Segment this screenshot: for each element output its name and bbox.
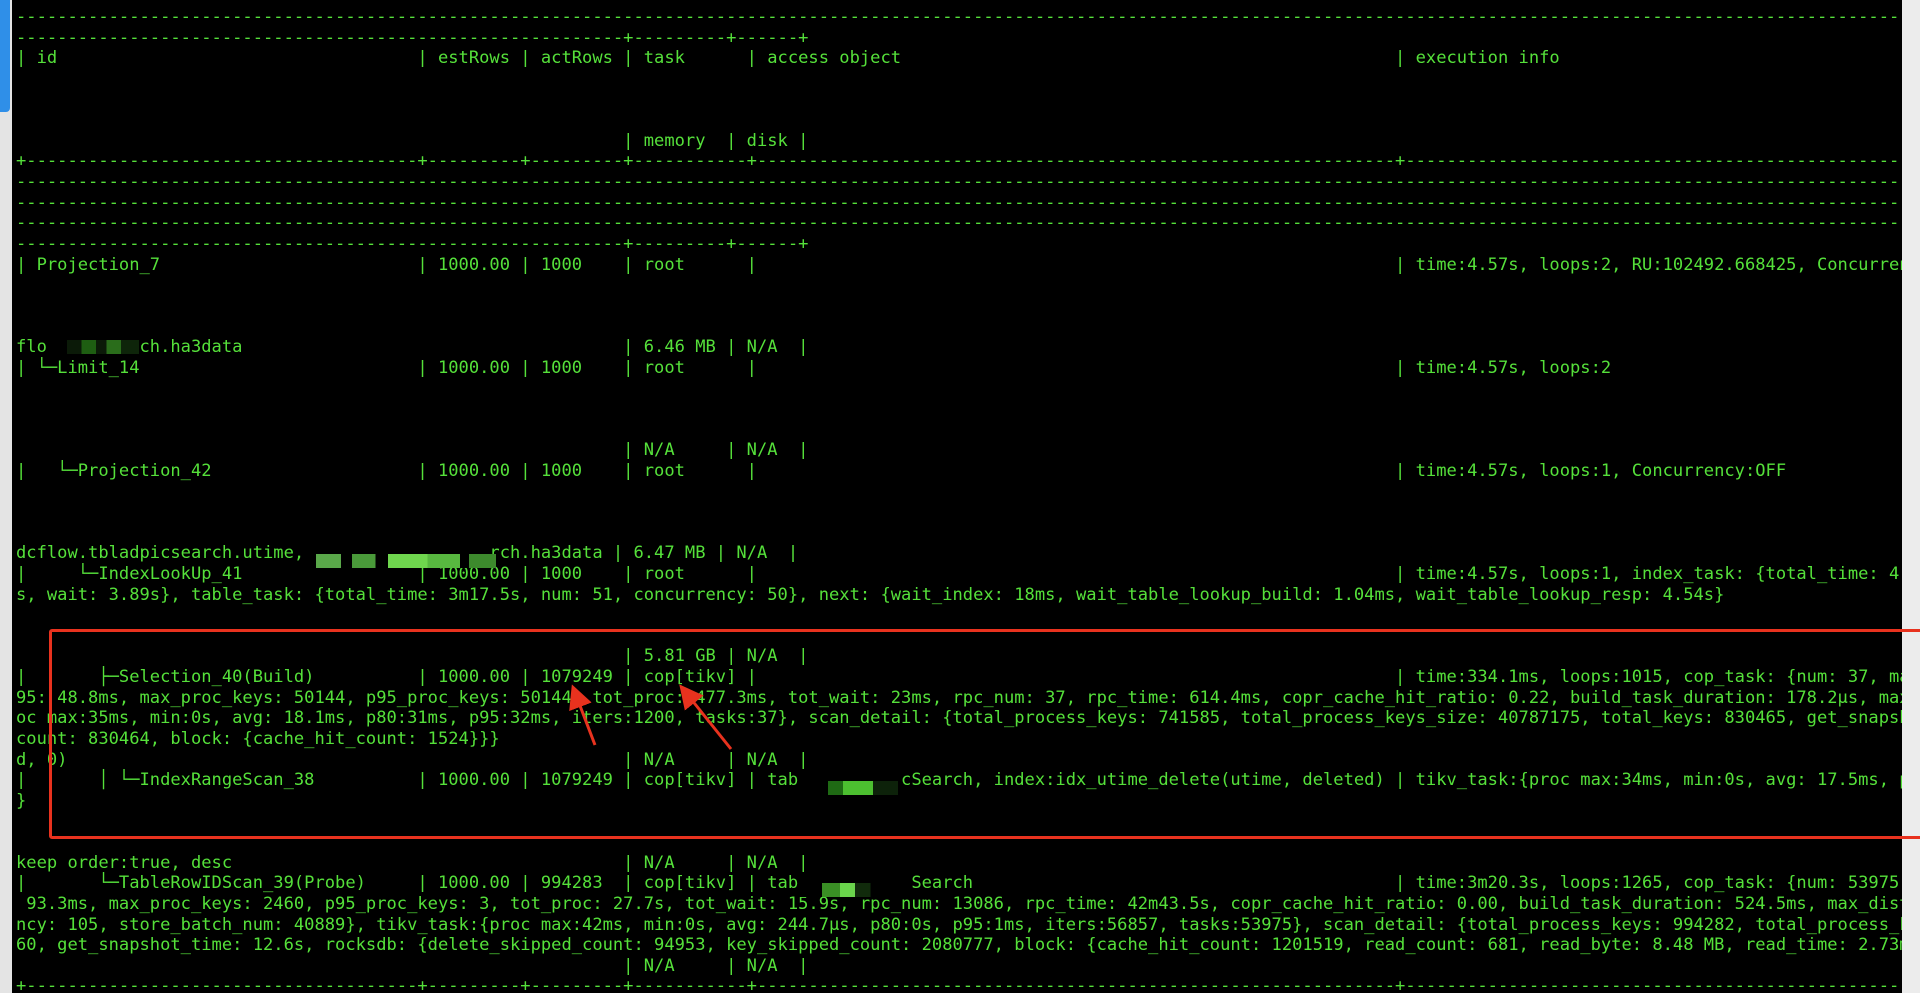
annotation-arrow-memory bbox=[679, 684, 733, 750]
annotation-arrows bbox=[569, 684, 733, 750]
annotation-arrow-actrows bbox=[569, 684, 597, 746]
